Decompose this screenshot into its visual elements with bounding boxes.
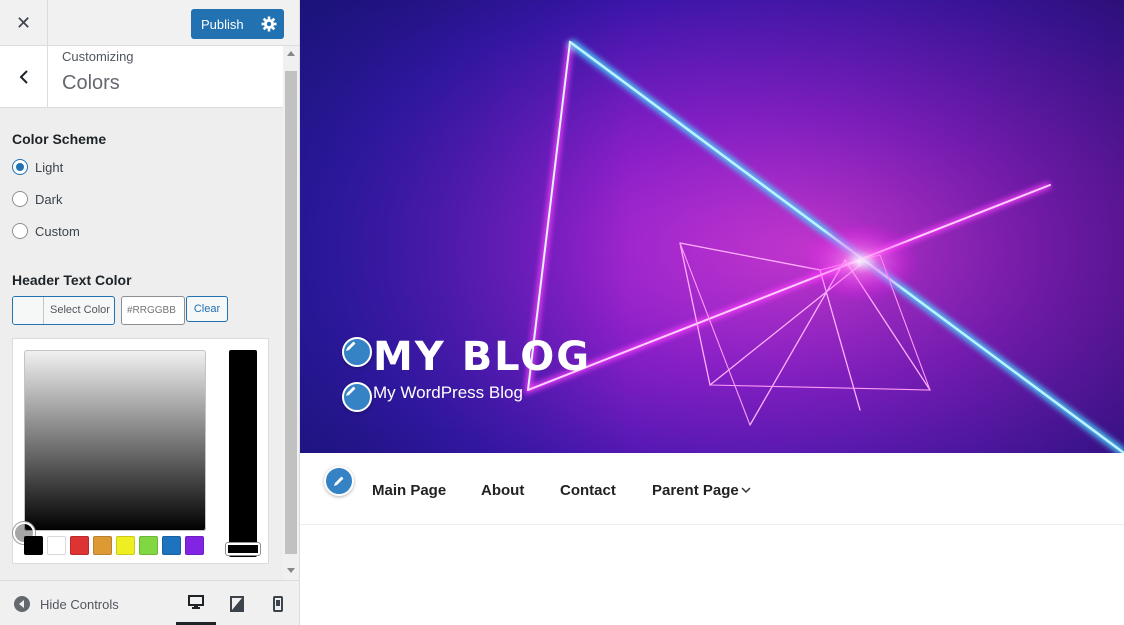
radio-label: Custom <box>35 223 80 239</box>
hide-controls-label: Hide Controls <box>40 596 119 612</box>
pencil-icon <box>346 386 356 396</box>
radio-button[interactable] <box>12 159 28 175</box>
desktop-icon <box>188 594 204 609</box>
close-button[interactable]: ✕ <box>0 0 48 46</box>
site-preview: MY BLOG My WordPress Blog Main Page Abou… <box>300 0 1124 625</box>
menu-item-main-page[interactable]: Main Page <box>372 482 446 499</box>
publish-button[interactable]: Publish <box>191 9 284 39</box>
edit-tagline-button[interactable] <box>342 382 372 412</box>
chevron-down-icon <box>741 487 751 494</box>
menu-item-about[interactable]: About <box>481 482 524 499</box>
section-header: Customizing Colors <box>0 46 283 108</box>
header-image: MY BLOG My WordPress Blog <box>300 0 1124 453</box>
saturation-box[interactable] <box>13 350 206 544</box>
collapse-icon <box>14 596 30 612</box>
close-icon: ✕ <box>15 12 32 33</box>
back-button[interactable] <box>0 46 48 107</box>
hue-slider[interactable] <box>226 350 260 557</box>
header-text-color-title: Header Text Color <box>12 272 132 288</box>
menu-item-contact[interactable]: Contact <box>560 482 616 499</box>
palette-swatch-orange[interactable] <box>93 536 112 555</box>
radio-dark[interactable]: Dark <box>12 189 62 209</box>
publish-label: Publish <box>201 16 244 32</box>
palette-swatch-blue[interactable] <box>162 536 181 555</box>
tablet-icon <box>230 595 244 612</box>
scroll-down-arrow-icon[interactable] <box>287 568 295 573</box>
section-title: Colors <box>62 72 120 94</box>
hex-color-input[interactable] <box>121 296 185 325</box>
customizer-header: ✕ Publish <box>0 0 299 46</box>
radio-button[interactable] <box>12 223 28 239</box>
site-tagline: My WordPress Blog <box>373 383 523 402</box>
palette-swatch-yellow[interactable] <box>116 536 135 555</box>
primary-menu: Main Page About Contact Parent Page <box>300 453 1124 525</box>
gear-icon[interactable] <box>261 16 277 32</box>
color-picker <box>12 338 269 564</box>
customizer-sidebar: ✕ Publish Customizing Colors Color Schem… <box>0 0 300 625</box>
radio-custom[interactable]: Custom <box>12 221 80 241</box>
sidebar-scrollbar[interactable] <box>283 46 299 580</box>
color-scheme-title: Color Scheme <box>12 131 107 147</box>
tablet-preview-button[interactable] <box>217 581 257 625</box>
mobile-icon <box>273 595 283 612</box>
palette-swatch-red[interactable] <box>70 536 89 555</box>
edit-menu-button[interactable] <box>324 466 354 496</box>
palette-swatch-black[interactable] <box>24 536 43 555</box>
select-color-label: Select Color <box>50 304 110 316</box>
desktop-preview-button[interactable] <box>176 581 216 625</box>
breadcrumb: Customizing <box>62 49 134 64</box>
edit-site-title-button[interactable] <box>342 337 372 367</box>
scroll-up-arrow-icon[interactable] <box>287 51 295 56</box>
menu-item-parent-page[interactable]: Parent Page <box>652 482 739 499</box>
radio-label: Dark <box>35 191 63 207</box>
hide-controls-button[interactable]: Hide Controls <box>14 596 119 612</box>
scrollbar-thumb[interactable] <box>285 71 297 554</box>
palette-swatch-purple[interactable] <box>185 536 204 555</box>
palette-swatch-green[interactable] <box>139 536 158 555</box>
clear-color-button[interactable]: Clear <box>186 296 228 322</box>
hue-slider-handle[interactable] <box>226 543 260 555</box>
select-color-button[interactable]: Select Color <box>12 296 115 325</box>
radio-button[interactable] <box>12 191 28 207</box>
palette-swatch-white[interactable] <box>47 536 66 555</box>
pencil-icon <box>346 341 356 351</box>
pencil-icon <box>334 476 344 486</box>
site-title[interactable]: MY BLOG <box>373 334 591 380</box>
chevron-left-icon <box>19 69 28 84</box>
radio-light[interactable]: Light <box>12 157 63 177</box>
current-color-swatch <box>13 297 44 324</box>
customizer-footer: Hide Controls <box>0 580 299 625</box>
radio-label: Light <box>35 159 64 175</box>
mobile-preview-button[interactable] <box>258 581 298 625</box>
